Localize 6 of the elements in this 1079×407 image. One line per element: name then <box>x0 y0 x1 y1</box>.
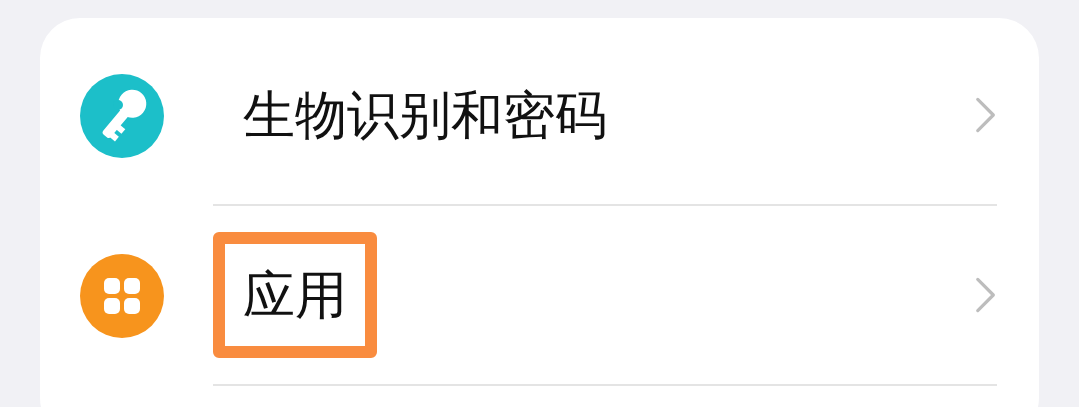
chevron-icon <box>975 96 997 134</box>
settings-row[interactable]: 应用 <box>80 206 997 386</box>
row-label: 生物识别和密码 <box>243 84 607 147</box>
settings-row[interactable]: 生物识别和密码 <box>80 26 997 206</box>
chevron-icon <box>975 276 997 314</box>
row-label: 应用 <box>243 264 347 327</box>
